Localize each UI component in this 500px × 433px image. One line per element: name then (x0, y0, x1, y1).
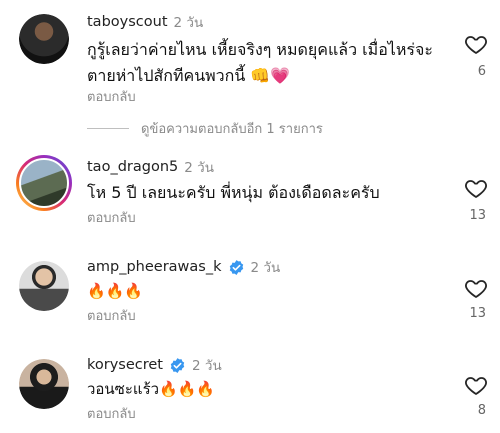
avatar-image (19, 359, 69, 409)
avatar[interactable] (19, 261, 69, 311)
timestamp: 2 วัน (173, 15, 204, 31)
like-count: 6 (477, 64, 486, 79)
heart-outline-icon[interactable] (464, 276, 488, 300)
comment-text: กูรู้เลยว่าค่ายไหน เหี้ยจริงๆ หมดยุคแล้ว… (87, 40, 433, 85)
avatar-image (19, 261, 69, 311)
divider (87, 128, 129, 129)
timestamp: 2 วัน (192, 358, 222, 374)
avatar-image (19, 158, 69, 208)
verified-badge-icon (170, 357, 185, 373)
comment-text: วอนซะแร้ว🔥🔥🔥 (87, 380, 216, 398)
heart-outline-icon[interactable] (464, 176, 488, 200)
username[interactable]: korysecret (87, 357, 163, 373)
avatar[interactable] (19, 359, 69, 409)
view-more-replies-label: ดูข้อความตอบกลับอีก 1 รายการ (141, 122, 323, 137)
timestamp: 2 วัน (250, 260, 281, 276)
heart-outline-icon[interactable] (464, 32, 488, 56)
heart-outline-icon[interactable] (464, 373, 488, 397)
avatar-image (19, 14, 69, 64)
reply-button[interactable]: ตอบกลับ (87, 207, 136, 228)
comment-text: 🔥🔥🔥 (87, 282, 144, 300)
username[interactable]: taboyscout (87, 14, 168, 30)
like-count: 13 (469, 306, 486, 321)
username[interactable]: amp_pheerawas_k (87, 259, 222, 275)
view-more-replies-button[interactable]: ดูข้อความตอบกลับอีก 1 รายการ (87, 118, 323, 139)
username[interactable]: tao_dragon5 (87, 159, 178, 175)
avatar[interactable] (19, 14, 69, 64)
like-count: 13 (469, 208, 486, 223)
reply-button[interactable]: ตอบกลับ (87, 403, 136, 424)
reply-button[interactable]: ตอบกลับ (87, 305, 136, 326)
reply-button[interactable]: ตอบกลับ (87, 86, 136, 107)
timestamp: 2 วัน (184, 160, 214, 176)
like-count: 8 (477, 403, 486, 418)
comment-text: โห 5 ปี เลยนะครับ พี่หนุ่ม ต้องเดือดละคร… (87, 183, 380, 202)
avatar[interactable] (16, 155, 72, 211)
verified-badge-icon (229, 259, 243, 275)
